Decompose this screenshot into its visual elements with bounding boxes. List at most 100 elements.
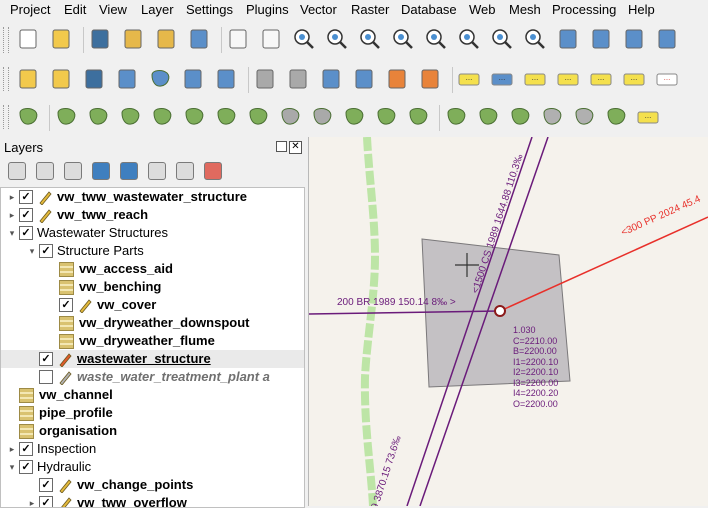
pin-labels-icon[interactable]: ··· (523, 67, 547, 91)
layer-row[interactable]: vw_dryweather_downspout (1, 314, 304, 332)
menu-layer[interactable]: Layer (141, 2, 174, 18)
menu-project[interactable]: Project (10, 2, 50, 18)
toggle-editing-icon[interactable] (49, 67, 73, 91)
layer-row[interactable]: ✓ vw_change_points (1, 476, 304, 494)
layer-row[interactable]: vw_benching (1, 278, 304, 296)
expand-arrow-icon[interactable]: ▸ (7, 209, 17, 221)
collapse-arrow-icon[interactable]: ▾ (7, 227, 17, 239)
change-label-icon[interactable]: ··· (655, 67, 679, 91)
add-group-icon[interactable] (36, 162, 54, 180)
menu-settings[interactable]: Settings (186, 2, 233, 18)
new-3d-map-icon[interactable] (589, 27, 613, 51)
current-edits-icon[interactable] (16, 67, 40, 91)
cut-icon[interactable] (286, 67, 310, 91)
refresh-icon[interactable] (655, 27, 679, 51)
delete-ring-icon[interactable] (278, 105, 302, 129)
layer-row[interactable]: vw_dryweather_flume (1, 332, 304, 350)
vertex-tool-icon[interactable] (181, 67, 205, 91)
expand-arrow-icon[interactable]: ▸ (7, 443, 17, 455)
new-print-layout-icon[interactable] (121, 27, 145, 51)
open-project-icon[interactable] (49, 27, 73, 51)
diagram-icon[interactable]: ··· (490, 67, 514, 91)
collapse-all-icon[interactable] (176, 162, 194, 180)
toolbar-grip[interactable] (3, 27, 9, 53)
show-hide-labels-icon[interactable]: ··· (556, 67, 580, 91)
paste-icon[interactable] (352, 67, 376, 91)
layer-row[interactable]: ▾ ✓ Structure Parts (1, 242, 304, 260)
add-polygon-icon[interactable] (148, 67, 172, 91)
layer-visibility-checkbox[interactable]: ✓ (39, 478, 53, 492)
menu-mesh[interactable]: Mesh (509, 2, 541, 18)
offset-curve-icon[interactable] (374, 105, 398, 129)
menu-edit[interactable]: Edit (64, 2, 86, 18)
close-panel-icon[interactable]: ✕ (289, 141, 302, 154)
menu-vector[interactable]: Vector (300, 2, 337, 18)
layer-row[interactable]: ✓ vw_cover (1, 296, 304, 314)
redo-icon[interactable] (418, 67, 442, 91)
zoom-to-selection-icon[interactable] (391, 27, 415, 51)
pan-icon[interactable] (226, 27, 250, 51)
split-features-icon[interactable] (406, 105, 430, 129)
layer-visibility-checkbox[interactable]: ✓ (39, 244, 53, 258)
temporal-controller-icon[interactable] (622, 27, 646, 51)
layer-row[interactable]: pipe_profile (1, 404, 304, 422)
zoom-next-icon[interactable] (523, 27, 547, 51)
expand-arrow-icon[interactable]: ▸ (7, 191, 17, 203)
expand-all-icon[interactable] (148, 162, 166, 180)
cad-tools-icon[interactable] (16, 105, 40, 129)
layer-visibility-checkbox[interactable]: ✓ (39, 496, 53, 507)
fill-ring-icon[interactable] (246, 105, 270, 129)
layer-row[interactable]: ▸ ✓ vw_tww_wastewater_structure (1, 188, 304, 206)
undo-icon[interactable] (385, 67, 409, 91)
layer-row[interactable]: ✓ wastewater_structure (1, 350, 304, 368)
simplify-feature-icon[interactable] (150, 105, 174, 129)
float-panel-icon[interactable] (276, 141, 287, 152)
zoom-full-icon[interactable] (358, 27, 382, 51)
trim-extend-icon[interactable] (604, 105, 628, 129)
layer-visibility-checkbox[interactable] (39, 370, 53, 384)
toolbar-grip[interactable] (3, 67, 9, 91)
new-project-icon[interactable] (16, 27, 40, 51)
merge-features-icon[interactable] (476, 105, 500, 129)
zoom-out-icon[interactable] (325, 27, 349, 51)
layer-visibility-checkbox[interactable]: ✓ (19, 190, 33, 204)
node-marker[interactable] (494, 305, 506, 317)
layer-visibility-checkbox[interactable]: ✓ (39, 352, 53, 366)
pan-to-selection-icon[interactable] (259, 27, 283, 51)
toolbar-grip[interactable] (3, 105, 9, 129)
menu-help[interactable]: Help (628, 2, 655, 18)
open-layer-styling-icon[interactable] (8, 162, 26, 180)
zoom-in-icon[interactable] (292, 27, 316, 51)
filter-expression-icon[interactable] (120, 162, 138, 180)
zoom-last-icon[interactable] (490, 27, 514, 51)
layer-row[interactable]: ▾ ✓ Hydraulic (1, 458, 304, 476)
collapse-arrow-icon[interactable]: ▾ (7, 461, 17, 473)
rotate-label-icon[interactable]: ··· (622, 67, 646, 91)
menu-plugins[interactable]: Plugins (246, 2, 289, 18)
zoom-native-icon[interactable] (457, 27, 481, 51)
layer-row[interactable]: organisation (1, 422, 304, 440)
merge-attributes-icon[interactable] (508, 105, 532, 129)
layer-row[interactable]: vw_channel (1, 386, 304, 404)
layer-row[interactable]: ▸ ✓ vw_tww_reach (1, 206, 304, 224)
rotate-point-symbols-icon[interactable] (540, 105, 564, 129)
add-ring-icon[interactable] (182, 105, 206, 129)
menu-view[interactable]: View (99, 2, 127, 18)
expand-arrow-icon[interactable]: ▸ (27, 497, 37, 507)
filter-legend-icon[interactable] (92, 162, 110, 180)
layer-row[interactable]: waste_water_treatment_plant a (1, 368, 304, 386)
new-map-view-icon[interactable] (556, 27, 580, 51)
layer-row[interactable]: ▾ ✓ Wastewater Structures (1, 224, 304, 242)
reshape-feature-icon[interactable] (342, 105, 366, 129)
save-project-icon[interactable] (88, 27, 112, 51)
style-manager-icon[interactable] (154, 27, 178, 51)
edit-icon[interactable] (187, 27, 211, 51)
menu-web[interactable]: Web (469, 2, 496, 18)
delete-selected-icon[interactable] (253, 67, 277, 91)
collapse-arrow-icon[interactable]: ▾ (27, 245, 37, 257)
map-canvas[interactable]: 200 BR 1989 150.14 8‰ > <1500 CS 1989 16… (309, 137, 708, 506)
layer-row[interactable]: ▸ ✓ Inspection (1, 440, 304, 458)
digitize-line-icon[interactable] (115, 67, 139, 91)
layer-row[interactable]: vw_access_aid (1, 260, 304, 278)
copy-icon[interactable] (319, 67, 343, 91)
